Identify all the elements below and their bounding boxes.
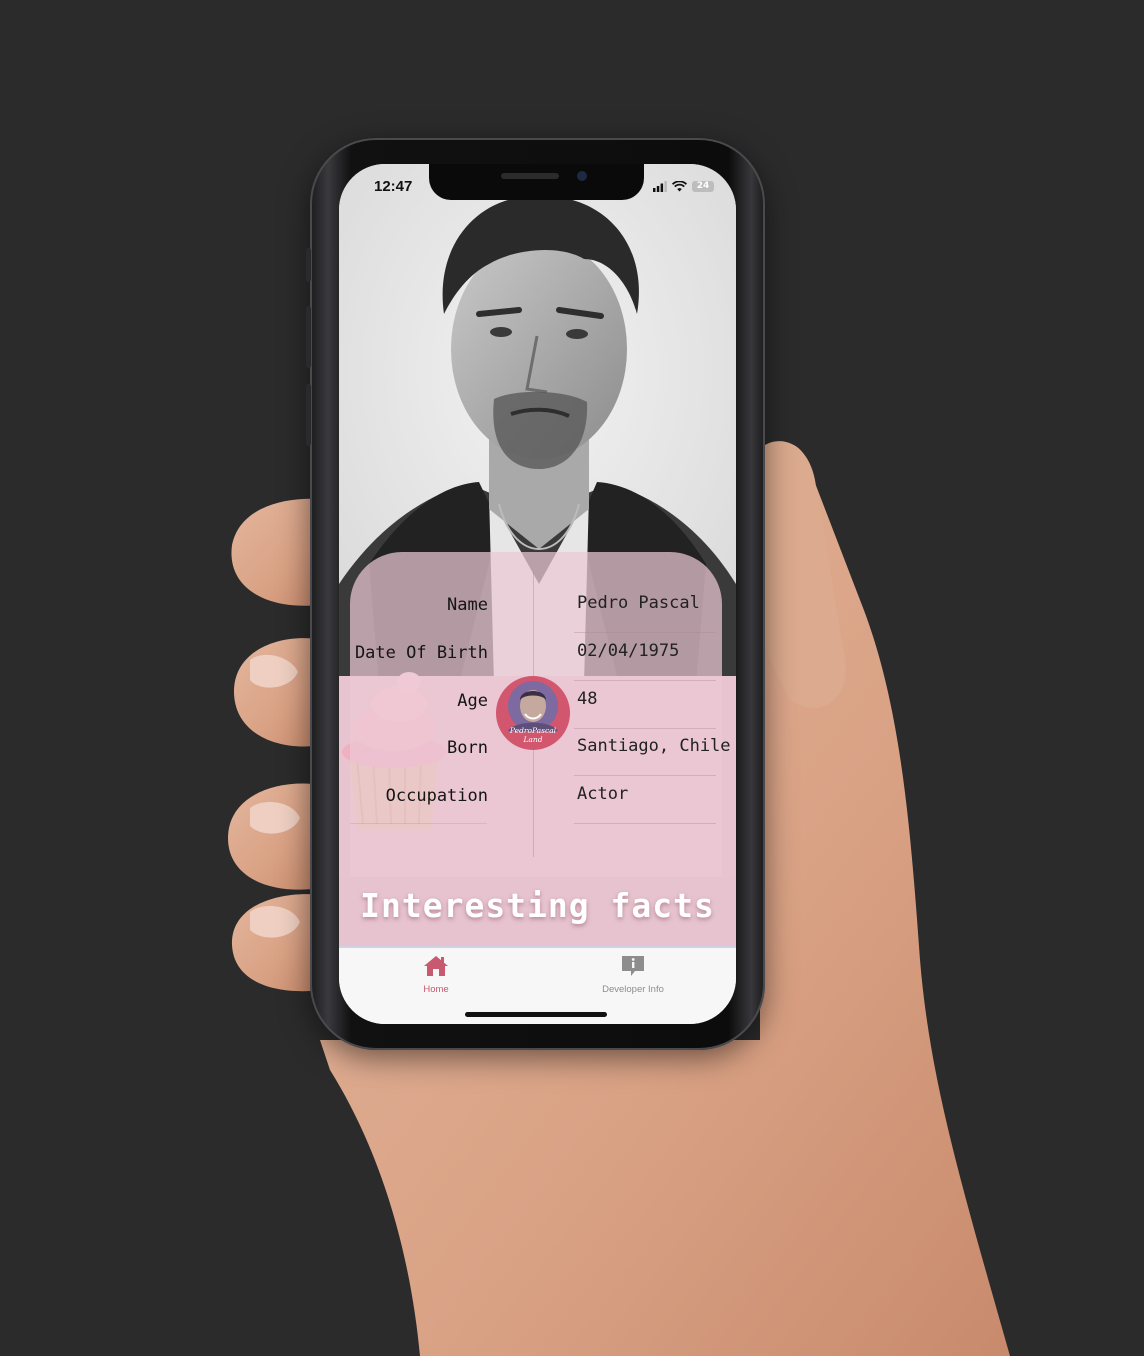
info-row-dob: Date Of Birth 02/04/1975: [350, 633, 722, 681]
wifi-icon: [672, 180, 687, 191]
cellular-signal-icon: [653, 180, 667, 192]
battery-icon: 24: [692, 180, 714, 192]
home-indicator[interactable]: [465, 1012, 607, 1017]
volume-up-button: [306, 306, 311, 368]
info-value: Santiago, Chile: [577, 736, 731, 756]
tab-home[interactable]: Home: [376, 954, 496, 995]
home-icon: [424, 956, 448, 976]
logo-text: PedroPascal Land: [509, 726, 557, 744]
notch: [429, 164, 644, 200]
info-label: Occupation: [385, 786, 488, 806]
info-label: Date Of Birth: [354, 643, 488, 663]
tab-home-label: Home: [423, 984, 449, 995]
info-value: 48: [577, 689, 598, 709]
status-bar: 12:47 24: [339, 164, 736, 208]
tab-developer-info[interactable]: Developer Info: [573, 954, 693, 995]
info-value: 02/04/1975: [577, 641, 680, 661]
info-row-name: Name Pedro Pascal: [350, 585, 722, 633]
volume-down-button: [306, 384, 311, 446]
info-row-occupation: Occupation Actor: [350, 776, 722, 824]
status-time: 12:47: [374, 178, 413, 195]
info-value: Actor: [577, 784, 629, 804]
info-label: Age: [457, 691, 488, 711]
tab-developer-info-label: Developer Info: [602, 984, 664, 995]
info-label: Name: [447, 595, 488, 615]
info-value: Pedro Pascal: [577, 593, 700, 613]
mute-switch: [306, 248, 311, 282]
earpiece-speaker: [501, 173, 559, 179]
status-icons: 24: [653, 179, 714, 193]
app-logo: PedroPascal Land: [496, 676, 570, 750]
front-camera: [577, 171, 587, 181]
tab-bar: Home Developer Info: [339, 946, 736, 1024]
info-label: Born: [447, 738, 488, 758]
interesting-facts-title: Interesting facts: [360, 886, 715, 925]
app-screen: 12:47 24 Name Pedro Pascal Date Of Birth…: [339, 164, 736, 1024]
info-bubble-icon: [622, 956, 644, 976]
